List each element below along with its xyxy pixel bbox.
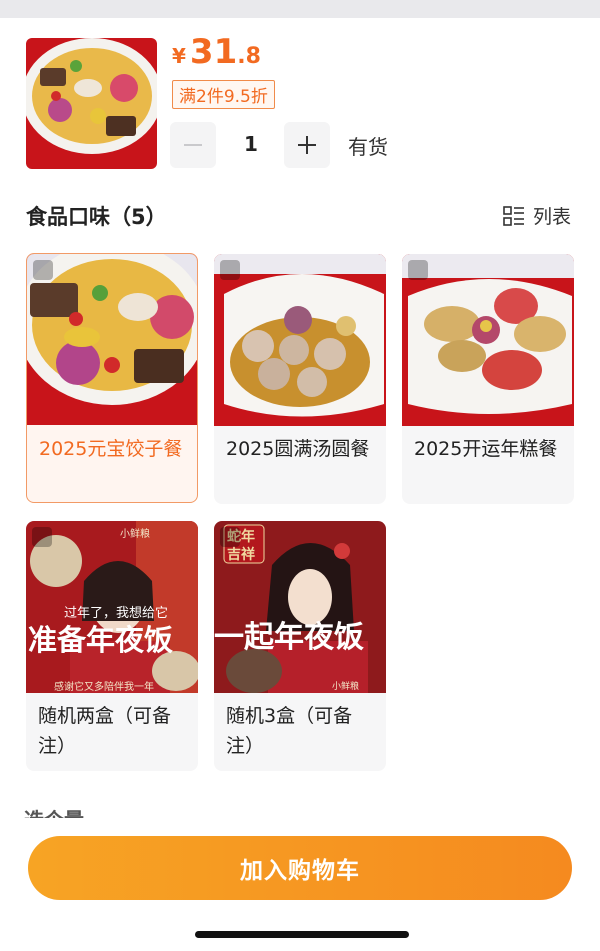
flavor-option-random-two[interactable]: 小鲜粮 过年了，我想给它 准备年夜饭 感谢它又多陪伴我一年 随机两盒（可备注） bbox=[26, 521, 198, 771]
poster-badge-line2: 吉祥 bbox=[227, 546, 255, 563]
poster-small-text: 过年了，我想给它 bbox=[64, 605, 168, 621]
price-integer: 31 bbox=[189, 32, 238, 72]
flavor-option-label: 随机3盒（可备注） bbox=[226, 705, 353, 757]
home-indicator[interactable] bbox=[195, 931, 409, 938]
list-view-label: 列表 bbox=[533, 206, 572, 228]
quantity-value[interactable]: 1 bbox=[236, 132, 266, 156]
stock-status: 有货 bbox=[348, 135, 388, 159]
poster-headline: 准备年夜饭 bbox=[28, 623, 173, 657]
quantity-increase-button[interactable] bbox=[284, 122, 330, 168]
niangao-image bbox=[402, 254, 574, 426]
minus-icon bbox=[184, 144, 202, 146]
list-icon bbox=[503, 205, 524, 226]
flavor-option-label: 2025元宝饺子餐 bbox=[39, 438, 183, 460]
flavor-option-niangao[interactable]: 2025开运年糕餐 bbox=[402, 254, 574, 504]
product-thumbnail[interactable] bbox=[26, 38, 157, 169]
flavor-option-label: 随机两盒（可备注） bbox=[38, 705, 172, 757]
flavor-option-label: 2025开运年糕餐 bbox=[414, 438, 558, 460]
next-section-title: 选个量 bbox=[24, 806, 144, 818]
expand-icon[interactable] bbox=[32, 527, 52, 547]
poster-brand: 小鲜粮 bbox=[332, 680, 359, 692]
new-year-poster-image: 小鲜粮 过年了，我想给它 准备年夜饭 感谢它又多陪伴我一年 bbox=[26, 521, 198, 693]
status-strip bbox=[0, 0, 600, 18]
poster-caption: 感谢它又多陪伴我一年 bbox=[54, 680, 154, 693]
currency-symbol: ¥ bbox=[172, 44, 186, 68]
expand-icon[interactable] bbox=[220, 260, 240, 280]
flavor-option-tangyuan[interactable]: 2025圆满汤圆餐 bbox=[214, 254, 386, 504]
poster-brand: 小鲜粮 bbox=[120, 527, 150, 540]
tangyuan-image bbox=[214, 254, 386, 426]
list-view-toggle[interactable]: 列表 bbox=[503, 202, 571, 229]
new-year-poster-image: 蛇年 吉祥 一起年夜饭 小鲜粮 bbox=[214, 521, 386, 693]
expand-icon[interactable] bbox=[33, 260, 53, 280]
promo-badge: 满2件9.5折 bbox=[172, 80, 275, 109]
product-header: ¥ 31 .8 满2件9.5折 1 有货 bbox=[0, 18, 600, 188]
flavor-option-label: 2025圆满汤圆餐 bbox=[226, 438, 370, 460]
expand-icon[interactable] bbox=[408, 260, 428, 280]
flavor-option-random-three[interactable]: 蛇年 吉祥 一起年夜饭 小鲜粮 随机3盒（可备注） bbox=[214, 521, 386, 771]
price: ¥ 31 .8 bbox=[172, 32, 261, 72]
add-to-cart-button[interactable]: 加入购物车 bbox=[28, 836, 572, 900]
flavor-section-title: 食品口味（5） bbox=[26, 205, 167, 229]
plus-icon bbox=[298, 136, 316, 154]
quantity-decrease-button[interactable] bbox=[170, 122, 216, 168]
price-decimal: .8 bbox=[237, 44, 261, 69]
flavor-option-yuanbao[interactable]: 2025元宝饺子餐 bbox=[26, 253, 198, 503]
expand-icon[interactable] bbox=[220, 527, 240, 547]
poster-headline: 一起年夜饭 bbox=[214, 620, 364, 655]
